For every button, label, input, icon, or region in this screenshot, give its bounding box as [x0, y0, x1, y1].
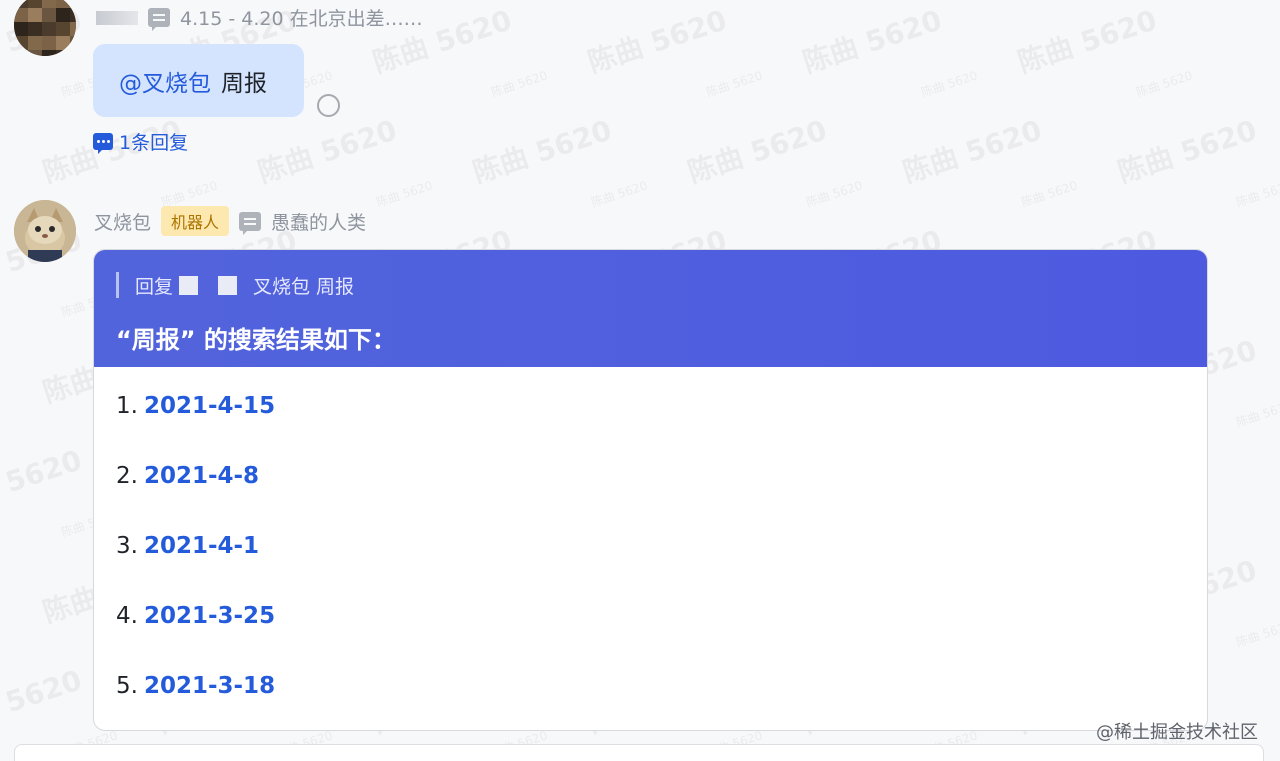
result-link[interactable]: 2021-3-18 — [144, 673, 275, 699]
result-list: 1. 2021-4-15 2. 2021-4-8 3. 2021-4-1 4. 2021… — [94, 367, 1207, 730]
watermark-text: 陈曲 5620 — [804, 178, 865, 210]
message-input-area[interactable] — [14, 744, 1264, 761]
reply-target: 叉烧包 周报 — [253, 275, 355, 298]
redacted-name-block — [179, 275, 199, 295]
result-link[interactable]: 2021-4-1 — [144, 533, 259, 559]
list-item: 1. 2021-4-15 — [116, 393, 276, 419]
watermark-text: 陈曲 5620 — [1113, 113, 1261, 190]
watermark-text: 陈曲 5620 — [0, 663, 86, 740]
result-link[interactable]: 2021-4-15 — [144, 393, 275, 419]
message2-header: 叉烧包 机器人 愚蠢的人类 — [94, 206, 366, 236]
card-header: 回复 叉烧包 周报 “周报” 的搜索结果如下： — [94, 250, 1207, 367]
watermark-text: 陈曲 5620 — [704, 68, 765, 100]
watermark-text: 陈曲 5620 — [0, 443, 86, 520]
reply-quote[interactable]: 回复 叉烧包 周报 — [116, 272, 1207, 298]
watermark-text: 陈曲 5620 — [919, 68, 980, 100]
watermark-text: 陈曲 5620 — [468, 113, 616, 190]
avatar-sender-1[interactable] — [14, 0, 76, 56]
watermark-text: 陈曲 5620 — [1013, 3, 1161, 80]
watermark-text: 陈曲 5620 — [1234, 178, 1280, 210]
list-item: 3. 2021-4-1 — [116, 533, 260, 559]
watermark-text: 陈曲 5620 — [253, 113, 401, 190]
watermark-text: 陈曲 5620 — [1134, 68, 1195, 100]
reply-count-link[interactable]: 1条回复 — [93, 128, 188, 155]
watermark-text: 陈曲 5620 — [583, 3, 731, 80]
redacted-name-block — [218, 275, 238, 295]
message-bubble[interactable]: @叉烧包 周报 — [93, 44, 304, 117]
robot-badge: 机器人 — [161, 206, 230, 236]
watermark-text: 陈曲 5620 — [1234, 398, 1280, 430]
avatar-bot[interactable] — [14, 200, 76, 262]
cat-avatar-icon — [14, 200, 76, 262]
reply-prefix: 回复 — [135, 275, 174, 298]
list-item: 2. 2021-4-8 — [116, 463, 260, 489]
watermark-text: 陈曲 5620 — [1019, 178, 1080, 210]
watermark-text: 陈曲 5620 — [798, 3, 946, 80]
watermark-text: 陈曲 5620 — [589, 178, 650, 210]
bot-signature: 愚蠢的人类 — [271, 211, 367, 234]
watermark-text: 陈曲 5620 — [1234, 618, 1280, 650]
sender-name-redacted — [96, 10, 138, 25]
card-title: “周报” 的搜索结果如下： — [116, 326, 396, 354]
watermark-text: 陈曲 5620 — [374, 178, 435, 210]
mention-link[interactable]: @叉烧包 — [119, 64, 211, 98]
watermark-text: 陈曲 5620 — [683, 113, 831, 190]
list-item: 4. 2021-3-25 — [116, 603, 276, 629]
watermark-text: 陈曲 5620 — [489, 68, 550, 100]
search-result-card: 回复 叉烧包 周报 “周报” 的搜索结果如下： 1. 2021-4-15 2. 20… — [93, 249, 1208, 731]
read-status-icon — [317, 94, 340, 117]
watermark-text: 陈曲 5620 — [898, 113, 1046, 190]
chat-bubble-icon — [148, 8, 170, 31]
bot-name[interactable]: 叉烧包 — [94, 208, 151, 235]
reply-count-label: 1条回复 — [119, 132, 189, 154]
source-credit: @稀土掘金技术社区 — [1096, 722, 1258, 743]
sender-status: 4.15 - 4.20 在北京出差…… — [180, 8, 423, 30]
list-item: 5. 2021-3-18 — [116, 673, 276, 699]
chat-bubble-icon — [239, 211, 262, 235]
thread-reply-icon — [93, 133, 113, 154]
result-link[interactable]: 2021-4-8 — [144, 463, 259, 489]
message1-header: 4.15 - 4.20 在北京出差…… — [96, 4, 423, 31]
result-link[interactable]: 2021-3-25 — [144, 603, 275, 629]
message-text: 周报 — [221, 70, 267, 97]
